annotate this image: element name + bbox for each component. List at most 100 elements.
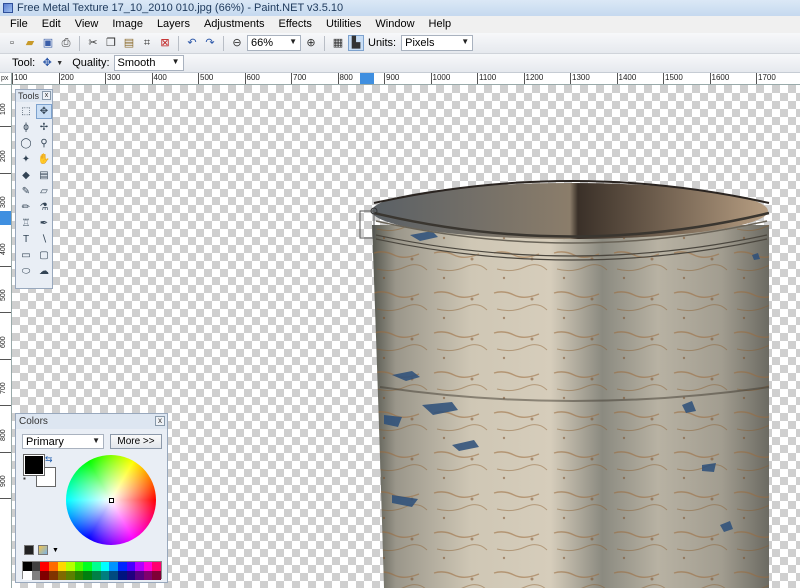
palette-swatch[interactable] <box>48 562 58 571</box>
palette-swatch[interactable] <box>109 562 118 571</box>
crop-to-selection-icon[interactable]: ⌗ <box>139 35 155 51</box>
menu-effects[interactable]: Effects <box>272 16 319 33</box>
zoom-out-icon[interactable]: ⊖ <box>229 35 245 51</box>
clone-stamp-icon[interactable]: ♖ <box>18 216 34 231</box>
rectangle-select-icon[interactable]: ⬚ <box>18 104 34 119</box>
palette-swatch[interactable] <box>74 562 84 571</box>
palette-swatch[interactable] <box>31 571 41 580</box>
move-selected-icon[interactable]: ✢ <box>36 120 52 135</box>
palette-swatch[interactable] <box>100 562 110 571</box>
palette-swatch[interactable] <box>48 571 58 580</box>
zoom-in-icon[interactable]: ⊕ <box>303 35 319 51</box>
text-icon[interactable]: T <box>18 232 34 247</box>
palette-swatch[interactable] <box>100 571 110 580</box>
redo-icon[interactable]: ↷ <box>202 35 218 51</box>
palette-swatch[interactable] <box>66 571 75 580</box>
paintbrush-icon[interactable]: ✎ <box>18 184 34 199</box>
rulers-icon[interactable]: ▙ <box>348 35 364 51</box>
palette-swatch[interactable] <box>152 571 161 580</box>
palette-swatch[interactable] <box>57 571 67 580</box>
menu-adjustments[interactable]: Adjustments <box>197 16 272 33</box>
move-selection-icon[interactable]: ✥ <box>36 104 52 119</box>
more-colors-button[interactable]: More >> <box>110 434 162 449</box>
tools-window[interactable]: Tools x ⬚ ✥ ϕ ✢ ◯ ⚲ ✦ ✋ ◆ ▤ ✎ ▱ ✏ ⚗ ♖ ✒ T ∖ ▭ ▢ ⬭ ☁ <box>15 89 53 289</box>
menu-file[interactable]: File <box>3 16 35 33</box>
color-palette[interactable] <box>22 561 162 580</box>
menu-layers[interactable]: Layers <box>150 16 197 33</box>
rounded-rectangle-icon[interactable]: ▢ <box>36 248 52 263</box>
color-wheel-cursor[interactable] <box>109 498 114 503</box>
zoom-icon[interactable]: ⚲ <box>36 136 52 151</box>
ellipse-select-icon[interactable]: ◯ <box>18 136 34 151</box>
line-curve-icon[interactable]: ∖ <box>36 232 52 247</box>
menu-view[interactable]: View <box>68 16 106 33</box>
paint-bucket-icon[interactable]: ◆ <box>18 168 34 183</box>
palette-swatch[interactable] <box>57 562 67 571</box>
menu-utilities[interactable]: Utilities <box>319 16 368 33</box>
freeform-shape-icon[interactable]: ☁ <box>36 264 52 279</box>
colors-window[interactable]: Colors x Primary ▼ More >> ⇆ ▪ ▼ <box>15 413 168 583</box>
menu-help[interactable]: Help <box>422 16 459 33</box>
palette-swatch[interactable] <box>83 571 92 580</box>
swap-colors-icon[interactable]: ⇆ <box>45 454 53 465</box>
copy-icon[interactable]: ❐ <box>103 35 119 51</box>
palette-swatch[interactable] <box>126 571 136 580</box>
palette-swatch[interactable] <box>135 571 144 580</box>
palette-menu-icon[interactable] <box>38 545 48 555</box>
chevron-down-icon[interactable]: ▼ <box>55 55 64 71</box>
paste-icon[interactable]: ▤ <box>121 35 137 51</box>
palette-swatch[interactable] <box>92 571 101 580</box>
deselect-icon[interactable]: ⊠ <box>157 35 173 51</box>
menu-image[interactable]: Image <box>105 16 150 33</box>
palette-swatch[interactable] <box>143 562 153 571</box>
gradient-icon[interactable]: ▤ <box>36 168 52 183</box>
close-icon[interactable]: x <box>42 91 51 100</box>
recolor-icon[interactable]: ✒ <box>36 216 52 231</box>
pan-icon[interactable]: ✋ <box>36 152 52 167</box>
zoom-combo[interactable]: 66% ▼ <box>247 35 301 51</box>
palette-swatch[interactable] <box>40 571 49 580</box>
cut-icon[interactable]: ✂ <box>85 35 101 51</box>
chevron-down-icon[interactable]: ▼ <box>52 547 59 554</box>
move-selection-tool-icon[interactable]: ✥ <box>39 55 55 71</box>
palette-swatch[interactable] <box>31 562 41 571</box>
palette-swatch[interactable] <box>92 562 101 571</box>
primary-color-swatch[interactable] <box>23 454 45 476</box>
magic-wand-icon[interactable]: ✦ <box>18 152 34 167</box>
reset-colors-icon[interactable]: ▪ <box>23 474 26 483</box>
close-icon[interactable]: x <box>155 416 165 426</box>
save-icon[interactable]: ▣ <box>40 35 56 51</box>
palette-swatch[interactable] <box>74 571 84 580</box>
quality-label: Quality: <box>72 57 110 69</box>
undo-icon[interactable]: ↶ <box>184 35 200 51</box>
black-white-icon[interactable] <box>24 545 34 555</box>
grid-icon[interactable]: ▦ <box>330 35 346 51</box>
palette-swatch[interactable] <box>83 562 92 571</box>
palette-swatch[interactable] <box>117 562 127 571</box>
palette-swatch[interactable] <box>135 562 144 571</box>
chevron-down-icon: ▼ <box>171 57 180 66</box>
open-icon[interactable]: ▰ <box>22 35 38 51</box>
color-mode-select[interactable]: Primary ▼ <box>22 434 104 449</box>
palette-swatch[interactable] <box>152 562 161 571</box>
pencil-icon[interactable]: ✏ <box>18 200 34 215</box>
lasso-select-icon[interactable]: ϕ <box>18 120 34 135</box>
palette-swatch[interactable] <box>143 571 153 580</box>
rectangle-icon[interactable]: ▭ <box>18 248 34 263</box>
palette-swatch[interactable] <box>126 562 136 571</box>
units-combo[interactable]: Pixels ▼ <box>401 35 474 51</box>
menu-window[interactable]: Window <box>368 16 421 33</box>
new-image-icon[interactable]: ▫ <box>4 35 20 51</box>
quality-combo[interactable]: Smooth ▼ <box>113 55 184 71</box>
print-icon[interactable]: ⎙ <box>58 35 74 51</box>
palette-swatch[interactable] <box>23 562 32 571</box>
palette-swatch[interactable] <box>40 562 49 571</box>
palette-swatch[interactable] <box>109 571 118 580</box>
color-picker-icon[interactable]: ⚗ <box>36 200 52 215</box>
palette-swatch[interactable] <box>66 562 75 571</box>
palette-swatch[interactable] <box>117 571 127 580</box>
menu-edit[interactable]: Edit <box>35 16 68 33</box>
palette-swatch[interactable] <box>23 571 32 580</box>
ellipse-icon[interactable]: ⬭ <box>18 264 34 279</box>
eraser-icon[interactable]: ▱ <box>36 184 52 199</box>
